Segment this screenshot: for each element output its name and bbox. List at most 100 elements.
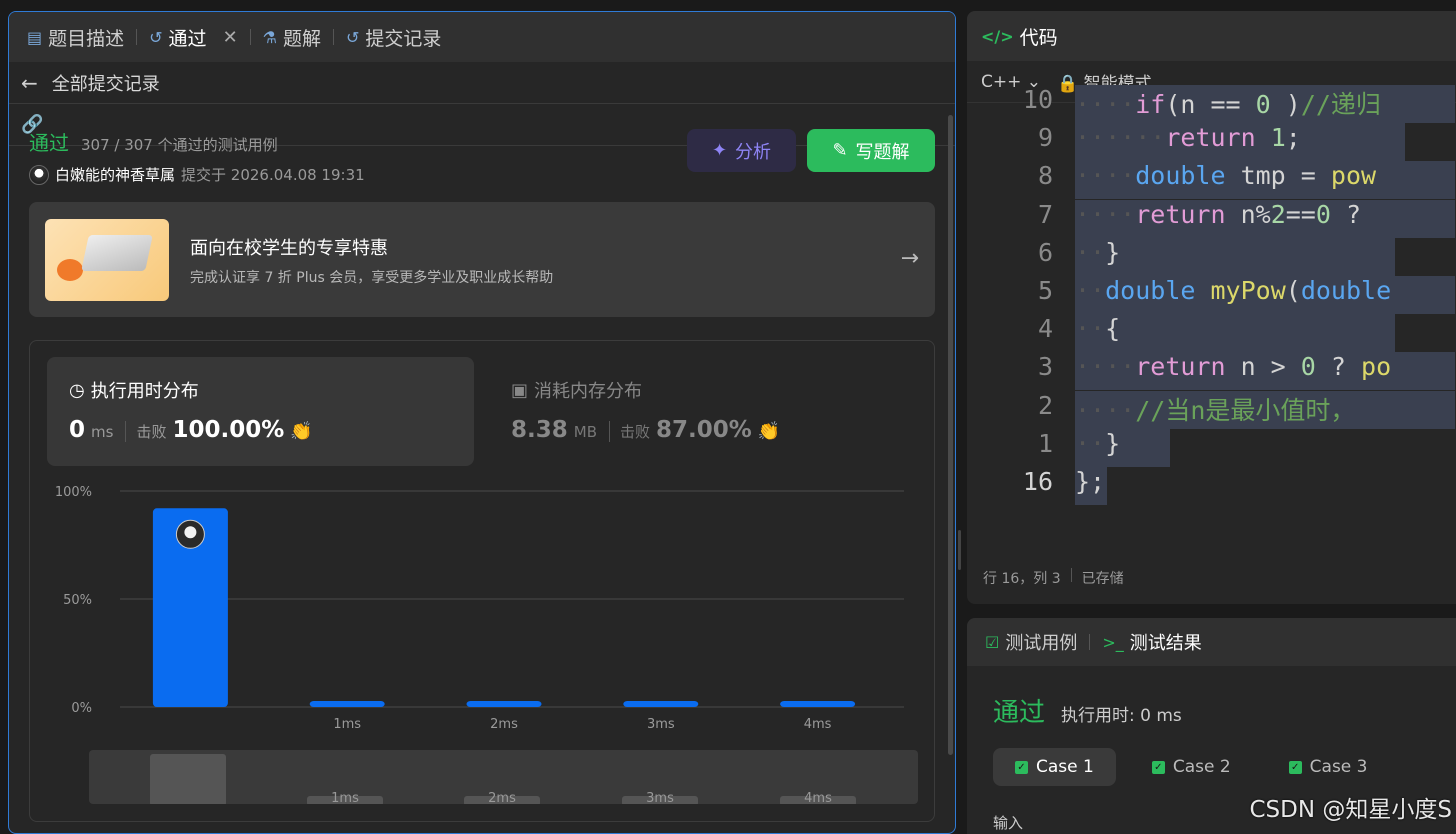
tab-passed-label: 通过 xyxy=(168,27,207,50)
write-solution-button[interactable]: ✎ 写题解 xyxy=(807,129,935,172)
close-icon[interactable]: ✕ xyxy=(223,27,238,48)
tab-passed[interactable]: ↺ 通过 ✕ xyxy=(145,24,242,51)
back-arrow-icon[interactable]: ← xyxy=(21,71,38,95)
case-tab-1[interactable]: ✓ Case 1 xyxy=(993,748,1116,786)
left-tabbar: ▤ 题目描述 ↺ 通过 ✕ ⚗ 题解 ↺ 提交记录 xyxy=(9,12,955,62)
tab-description[interactable]: ▤ 题目描述 xyxy=(23,24,128,51)
avatar[interactable] xyxy=(29,164,49,185)
line-number: 4 xyxy=(1037,314,1053,344)
submitted-time: 提交于 2026.04.08 19:31 xyxy=(181,166,365,184)
code-area[interactable]: 10 ····if(n == 0 )//递归 9 ······return 1; 8 ··… xyxy=(967,85,1456,553)
editor-title: 代码 xyxy=(1019,26,1058,49)
check-icon: ✓ xyxy=(1288,760,1302,774)
memory-card[interactable]: ▣ 消耗内存分布 8.38 MB 击败 87.00% 👏 xyxy=(511,357,911,466)
minimap-label: 3ms xyxy=(646,791,674,804)
code-line[interactable]: 8 ····double tmp = pow xyxy=(967,161,1456,200)
watermark: CSDN @知星小度S xyxy=(1249,797,1453,823)
tab-solutions[interactable]: ⚗ 题解 xyxy=(259,24,325,51)
scrollbar[interactable] xyxy=(948,115,953,755)
memory-unit: MB xyxy=(573,423,597,441)
editor-footer: 行 16，列 3 已存储 xyxy=(983,568,1124,588)
username[interactable]: 白嫩能的神香草属 xyxy=(55,164,175,185)
case-label: Case 3 xyxy=(1309,757,1368,777)
save-status: 已存储 xyxy=(1081,571,1124,587)
tab-testcase[interactable]: 测试用例 xyxy=(1005,629,1077,655)
code-line[interactable]: 3 ····return n > 0 ? po xyxy=(967,352,1456,391)
line-number: 16 xyxy=(1022,467,1053,496)
code-icon: </> xyxy=(981,26,1014,46)
clock-icon: ◷ xyxy=(69,379,85,401)
result-status: 通过 执行用时: 0 ms xyxy=(993,692,1182,729)
code-line[interactable]: 16}; xyxy=(967,467,1456,505)
tab-separator xyxy=(136,29,138,45)
cursor-position: 行 16，列 3 xyxy=(983,571,1061,587)
runtime-value: 0 xyxy=(69,417,86,443)
code-line[interactable]: 7 ····return n%2==0 ? xyxy=(967,199,1456,238)
code-text: }; xyxy=(1075,467,1106,496)
line-number: 1 xyxy=(1037,428,1053,458)
input-label: 输入 xyxy=(993,814,1024,832)
line-number: 3 xyxy=(1037,352,1053,382)
code-line[interactable]: 10 ····if(n == 0 )//递归 xyxy=(967,85,1456,123)
code-text: ····//当n是最小值时， xyxy=(1075,395,1356,425)
line-number: 10 xyxy=(1022,85,1053,114)
code-line[interactable]: 6 ··} xyxy=(967,237,1456,276)
line-number: 6 xyxy=(1037,237,1053,267)
app-root: ▤ 题目描述 ↺ 通过 ✕ ⚗ 题解 ↺ 提交记录 ← 全部提交记录 🔗 通过 … xyxy=(0,0,1456,834)
memory-beat-value: 87.00% xyxy=(656,417,752,443)
runtime-beat-label: 击败 xyxy=(125,421,166,442)
code-line[interactable]: 4 ··{ xyxy=(967,314,1456,353)
code-text: ····return n%2==0 ? xyxy=(1075,199,1377,229)
code-text: ··{ xyxy=(1075,314,1121,344)
code-text: ····double tmp = pow xyxy=(1075,161,1377,191)
tab-separator xyxy=(333,29,335,45)
analyze-button[interactable]: ✦ 分析 xyxy=(687,129,796,172)
check-icon: ✓ xyxy=(1015,760,1028,774)
status-badge: 通过 xyxy=(29,131,69,155)
check-icon: ✓ xyxy=(1151,760,1165,774)
tab-separator xyxy=(249,29,251,45)
code-line[interactable]: 1 ··} xyxy=(967,428,1456,467)
result-runtime: 执行用时: 0 ms xyxy=(1061,706,1182,726)
minimap-bar xyxy=(150,754,226,804)
case-tab-3[interactable]: ✓ Case 3 xyxy=(1267,748,1390,786)
code-line[interactable]: 2 ····//当n是最小值时， xyxy=(967,390,1456,429)
tab-submissions-label: 提交记录 xyxy=(365,27,442,50)
runtime-unit: ms xyxy=(91,423,114,441)
analyze-button-label: 分析 xyxy=(735,141,772,163)
chip-icon: ▣ xyxy=(511,379,529,401)
chart-bar xyxy=(623,701,699,707)
submission-subheader: ← 全部提交记录 xyxy=(9,62,955,104)
memory-value: 8.38 xyxy=(511,417,568,443)
code-line[interactable]: 9 ······return 1; xyxy=(967,123,1456,162)
tab-test-result[interactable]: 测试结果 xyxy=(1130,629,1202,655)
runtime-distribution-chart[interactable]: 100% 50% 0% 1ms 2ms 3ms 4ms xyxy=(50,481,920,741)
code-text: ··} xyxy=(1075,237,1121,267)
case-tabs: ✓ Case 1 ✓ Case 2 ✓ Case 3 xyxy=(993,748,1389,786)
y-tick-label: 0% xyxy=(71,701,92,716)
tab-submissions[interactable]: ↺ 提交记录 xyxy=(342,24,445,51)
runtime-card[interactable]: ◷ 执行用时分布 0 ms 击败 100.00% 👏 xyxy=(47,357,474,466)
code-line[interactable]: 5 ··double myPow(double xyxy=(967,276,1456,314)
tab-description-label: 题目描述 xyxy=(48,27,125,50)
top-strip xyxy=(967,0,1456,11)
student-promo-banner[interactable]: 面向在校学生的专享特惠 完成认证享 7 折 Plus 会员，享受更多学业及职业成… xyxy=(29,202,935,317)
chart-range-slider[interactable]: 1ms 2ms 3ms 4ms xyxy=(89,750,918,804)
arrow-right-icon[interactable]: → xyxy=(901,246,919,271)
checkbox-icon: ☑ xyxy=(985,632,1000,652)
history-icon: ↺ xyxy=(346,27,360,47)
chart-bar xyxy=(466,701,542,707)
submitter-info: 白嫩能的神香草属 提交于 2026.04.08 19:31 xyxy=(29,164,365,185)
minimap-svg: 1ms 2ms 3ms 4ms xyxy=(150,754,856,804)
chart-bar xyxy=(780,701,856,707)
case-tab-2[interactable]: ✓ Case 2 xyxy=(1130,748,1253,786)
memory-beat-label: 击败 xyxy=(608,421,650,442)
panel-resize-handle[interactable] xyxy=(958,530,961,570)
case-label: Case 2 xyxy=(1172,757,1231,777)
testcase-count: 307 / 307 个通过的测试用例 xyxy=(81,136,278,154)
submission-status: 通过 307 / 307 个通过的测试用例 白嫩能的神香草属 提交于 2026.… xyxy=(29,127,365,185)
selection-highlight xyxy=(1075,314,1395,353)
y-tick-label: 100% xyxy=(55,485,92,500)
sparkle-icon: ✦ xyxy=(711,140,728,161)
selection-highlight xyxy=(1075,237,1395,276)
